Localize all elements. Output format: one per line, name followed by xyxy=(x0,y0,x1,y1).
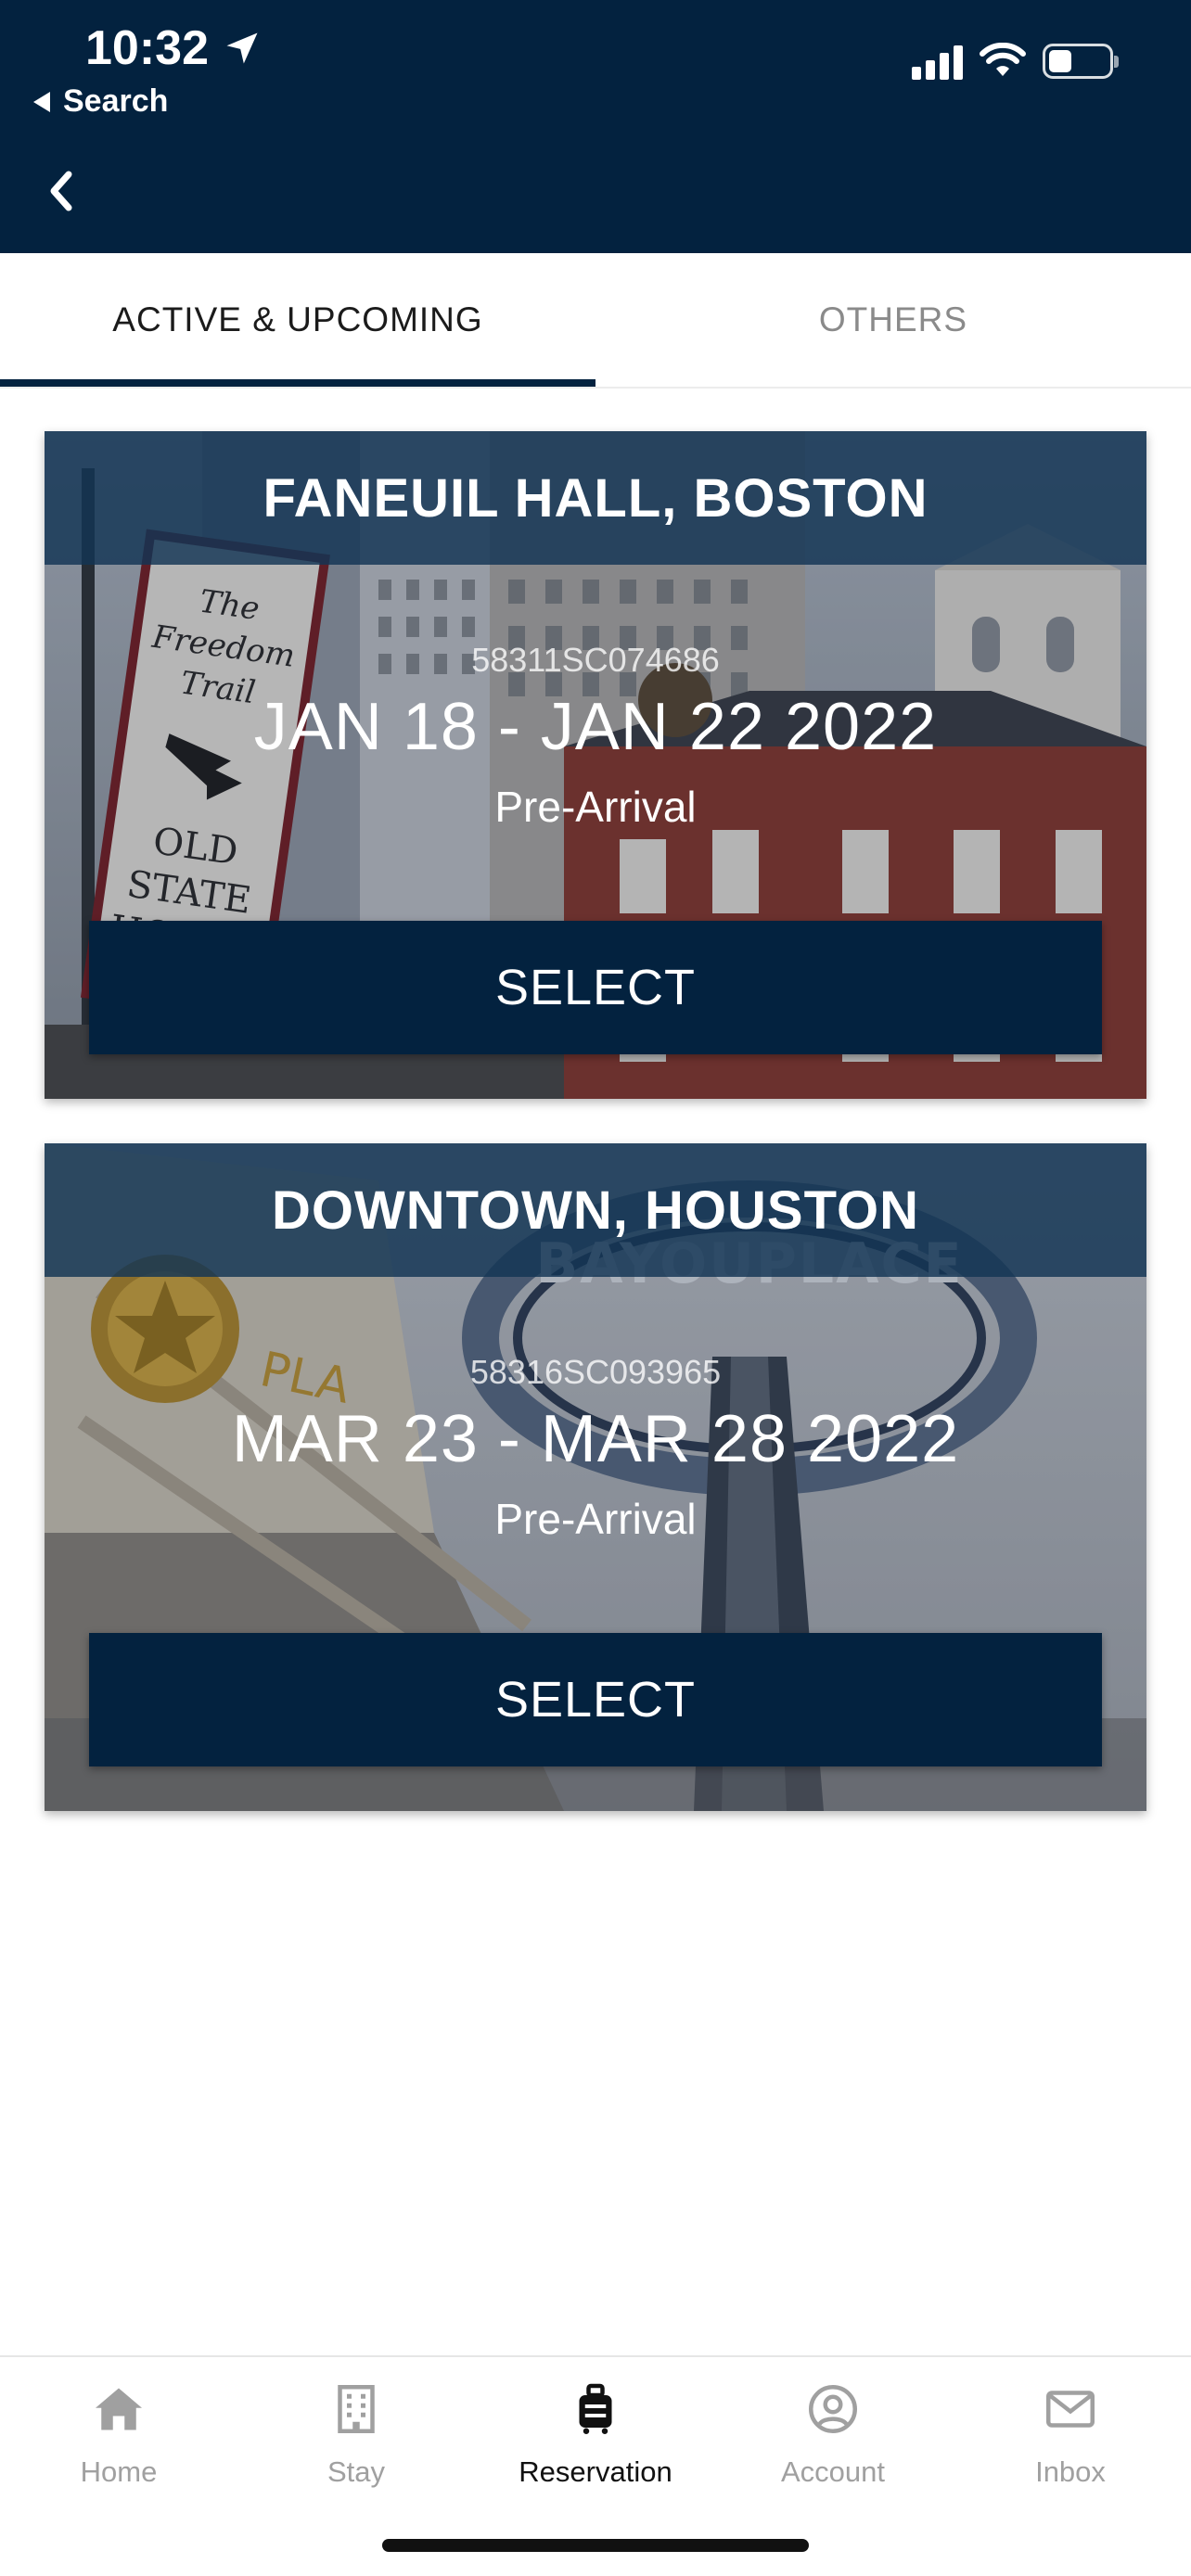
reservations-screen: 10:32 Search ACTIVE & UPCOMING OTHERS Th… xyxy=(0,0,1191,2576)
luggage-icon xyxy=(579,2383,612,2434)
nav-label-inbox: Inbox xyxy=(1035,2455,1106,2488)
confirmation-number: 58311SC074686 xyxy=(471,641,720,679)
nav-label-reservation: Reservation xyxy=(519,2455,672,2488)
reservation-status: Pre-Arrival xyxy=(494,783,697,831)
back-triangle-icon xyxy=(33,91,50,112)
nav-label-stay: Stay xyxy=(327,2455,386,2488)
mail-icon xyxy=(1046,2391,1095,2428)
nav-label-account: Account xyxy=(780,2455,885,2488)
back-to-search-label: Search xyxy=(63,83,169,119)
select-button[interactable]: SELECT xyxy=(89,921,1102,1054)
nav-label-home: Home xyxy=(80,2455,158,2488)
nav-item-inbox[interactable]: Inbox xyxy=(952,2381,1189,2511)
nav-item-home[interactable]: Home xyxy=(0,2381,237,2511)
nav-item-account[interactable]: Account xyxy=(714,2381,952,2511)
wifi-icon xyxy=(980,43,1026,76)
building-icon xyxy=(338,2385,375,2433)
status-time: 10:32 xyxy=(85,20,263,76)
app-header: 10:32 Search xyxy=(0,0,1191,253)
cellular-signal-icon xyxy=(912,43,963,80)
active-tab-indicator xyxy=(0,379,596,387)
tab-active-upcoming[interactable]: ACTIVE & UPCOMING xyxy=(0,253,596,387)
status-indicators xyxy=(912,43,1119,80)
location-arrow-icon xyxy=(226,32,258,64)
home-icon xyxy=(96,2388,142,2430)
back-chevron-icon[interactable] xyxy=(41,167,82,215)
reservation-location: FANEUIL HALL, BOSTON xyxy=(45,431,1146,565)
confirmation-number: 58316SC093965 xyxy=(469,1353,722,1391)
reservation-dates: JAN 18 - JAN 22 2022 xyxy=(253,690,938,764)
reservation-card: The Freedom Trail OLD STATE HOUSE FANEUI… xyxy=(45,431,1146,1099)
nav-item-reservation[interactable]: Reservation xyxy=(477,2381,714,2511)
home-indicator xyxy=(382,2539,809,2552)
reservation-location: DOWNTOWN, HOUSTON xyxy=(45,1143,1146,1277)
reservation-dates: MAR 23 - MAR 28 2022 xyxy=(231,1402,960,1476)
reservation-tabs: ACTIVE & UPCOMING OTHERS xyxy=(0,253,1191,389)
reservation-status: Pre-Arrival xyxy=(494,1495,697,1543)
reservation-card: PLA BAYOUPLACE DOWNTOWN, HOUSTON 58316SC… xyxy=(45,1143,1146,1811)
battery-icon xyxy=(1043,44,1119,79)
nav-item-stay[interactable]: Stay xyxy=(237,2381,475,2511)
back-to-search-link[interactable]: Search xyxy=(33,83,168,120)
status-time-text: 10:32 xyxy=(85,21,209,75)
account-icon xyxy=(809,2385,857,2433)
select-button[interactable]: SELECT xyxy=(89,1633,1102,1766)
tab-others[interactable]: OTHERS xyxy=(596,253,1191,387)
